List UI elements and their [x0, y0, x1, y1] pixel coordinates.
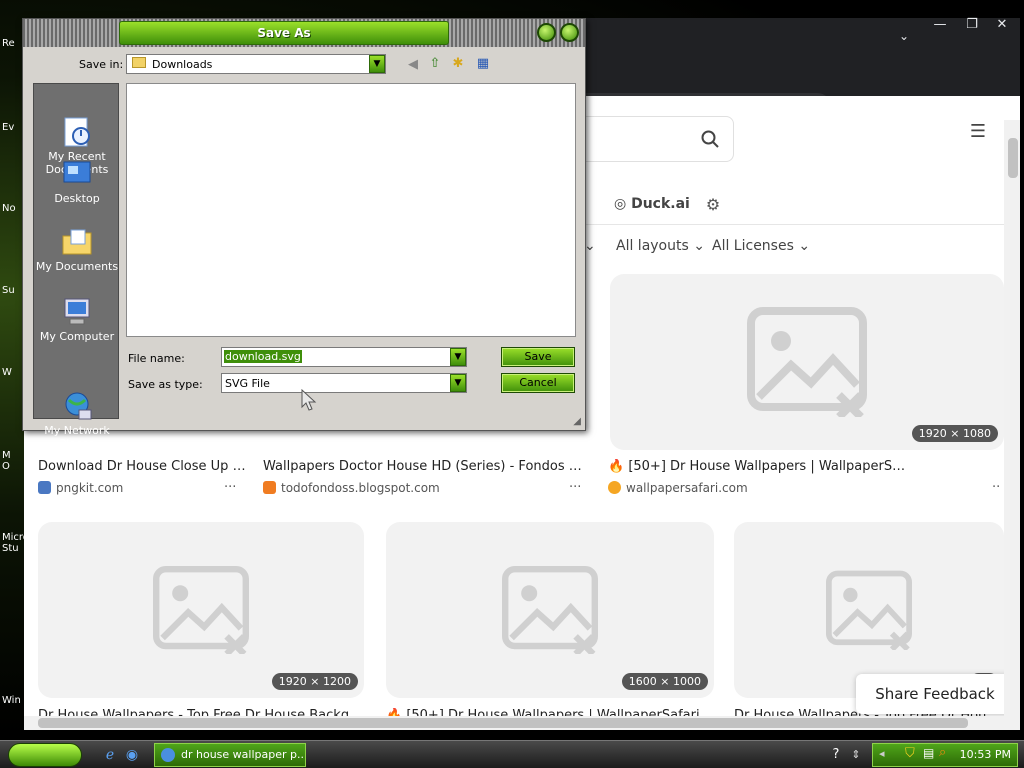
place-my-documents[interactable]: My Documents — [34, 226, 120, 273]
internet-explorer-icon[interactable]: ℯ — [98, 743, 122, 767]
share-feedback-button[interactable]: Share Feedback — [856, 674, 1014, 714]
desktop-icon-label[interactable]: M O — [2, 450, 24, 472]
system-tray: ◂ ⛉ ▤ ⌕ 10:53 PM — [872, 743, 1018, 767]
save-as-type-label: Save as type: — [128, 378, 203, 391]
help-button[interactable] — [537, 23, 556, 42]
desktop-icon-label[interactable]: Su — [2, 285, 24, 296]
mouse-cursor-icon — [301, 389, 317, 411]
security-shield-icon[interactable]: ⛉ — [905, 746, 915, 761]
desktop-icon-label[interactable]: Ev — [2, 122, 24, 133]
tab-search-icon[interactable]: ⌄ — [892, 24, 916, 48]
broken-image-icon — [826, 570, 912, 650]
scroll-thumb[interactable] — [38, 718, 968, 728]
search-icon[interactable] — [701, 130, 719, 148]
blogger-favicon-icon — [263, 481, 276, 494]
result-thumbnail[interactable]: 1920 × 1200 — [38, 522, 364, 698]
chevron-down-icon[interactable]: ▼ — [369, 55, 385, 73]
site-favicon-icon — [38, 481, 51, 494]
more-options-icon[interactable]: ·· — [992, 480, 1000, 495]
desktop-icon — [63, 161, 91, 183]
result-title[interactable]: Wallpapers Doctor House HD (Series) - Fo… — [263, 459, 587, 474]
place-desktop[interactable]: Desktop — [34, 158, 120, 205]
image-size-badge: 1920 × 1200 — [271, 673, 358, 690]
more-options-icon[interactable]: ··· — [224, 480, 236, 495]
minimize-button[interactable]: — — [924, 18, 956, 34]
duck-ai-link[interactable]: ◎ Duck.ai — [614, 196, 690, 212]
start-button[interactable] — [8, 743, 82, 767]
back-arrow-icon[interactable]: ◀ — [401, 53, 425, 77]
scroll-thumb[interactable] — [1008, 138, 1018, 178]
resize-grip-icon[interactable]: ◢ — [573, 416, 581, 427]
tray-scroll-icon[interactable]: ⇕ — [844, 743, 868, 767]
save-button[interactable]: Save — [501, 347, 575, 367]
desktop-icon-label[interactable]: Win — [2, 695, 24, 706]
filter-layouts[interactable]: All layouts ⌄ — [616, 238, 705, 254]
save-in-label: Save in: — [79, 58, 124, 71]
broken-image-icon — [502, 566, 598, 654]
places-bar: My Recent Documents Desktop My Documents… — [33, 83, 120, 450]
close-button[interactable]: ✕ — [986, 18, 1018, 34]
file-name-input[interactable]: download.svg ▼ — [221, 347, 467, 367]
taskbar: ℯ ◉ dr house wallpaper p... ? ⇕ ◂ ⛉ ▤ ⌕ … — [0, 740, 1024, 768]
network-places-icon — [65, 392, 92, 420]
new-folder-icon[interactable]: ✱ — [446, 52, 470, 76]
dialog-titlebar[interactable]: Save As — [23, 19, 585, 47]
settings-gear-icon[interactable]: ⚙ — [701, 193, 725, 217]
save-in-dropdown[interactable]: Downloads ▼ — [126, 54, 386, 74]
result-source[interactable]: todofondoss.blogspot.com — [263, 481, 440, 495]
filter-licenses[interactable]: All Licenses ⌄ — [712, 238, 810, 254]
tray-arrow-icon[interactable]: ◂ — [879, 747, 885, 760]
desktop-icon-label[interactable]: No — [2, 203, 24, 214]
my-computer-icon — [64, 298, 90, 325]
site-favicon-icon — [608, 481, 621, 494]
tray-network-icon[interactable]: ▤ — [923, 746, 934, 760]
desktop-icon-label[interactable]: Re — [2, 38, 24, 49]
tray-search-icon[interactable]: ⌕ — [939, 745, 946, 760]
image-size-badge: 1920 × 1080 — [911, 425, 998, 442]
taskbar-item-browser[interactable]: dr house wallpaper p... — [154, 743, 306, 767]
file-list[interactable] — [126, 83, 576, 337]
broken-image-icon — [747, 307, 867, 417]
chevron-down-icon: ⌄ — [693, 238, 705, 254]
broken-image-icon — [153, 566, 249, 654]
chevron-down-icon[interactable]: ▼ — [450, 374, 466, 392]
desktop-icon-label[interactable]: Micro Stu — [2, 532, 24, 554]
desktop-icon-label[interactable]: W — [2, 367, 24, 378]
result-title[interactable]: 🔥 [50+] Dr House Wallpapers | WallpaperS… — [608, 459, 908, 474]
view-menu-icon[interactable]: ▦ — [471, 52, 495, 76]
result-thumbnail[interactable]: 1600 × 1000 — [386, 522, 714, 698]
result-source[interactable]: pngkit.com — [38, 481, 123, 495]
hamburger-menu-icon[interactable]: ☰ — [966, 120, 990, 144]
close-button[interactable] — [560, 23, 579, 42]
place-my-computer[interactable]: My Computer — [34, 296, 120, 343]
result-thumbnail[interactable]: 1920 × 1080 — [610, 274, 1004, 450]
up-folder-icon[interactable]: ⇧ — [423, 52, 447, 76]
more-options-icon[interactable]: ··· — [569, 480, 581, 495]
recent-documents-icon — [64, 117, 90, 147]
horizontal-scrollbar[interactable] — [24, 716, 1004, 730]
browser-app-icon — [161, 748, 175, 762]
cancel-button[interactable]: Cancel — [501, 373, 575, 393]
folder-icon — [132, 57, 146, 68]
save-as-type-dropdown[interactable]: SVG File ▼ — [221, 373, 467, 393]
my-documents-icon — [62, 229, 92, 255]
vertical-scrollbar[interactable] — [1004, 120, 1020, 730]
chevron-down-icon: ⌄ — [798, 238, 811, 254]
image-size-badge: 1600 × 1000 — [621, 673, 708, 690]
result-source[interactable]: wallpapersafari.com — [608, 481, 748, 495]
place-my-network[interactable]: My Network Places — [34, 364, 120, 450]
clock[interactable]: 10:53 PM — [960, 744, 1011, 766]
save-as-dialog: Save As Save in: Downloads ▼ ◀ ⇧ ✱ ▦ My … — [22, 18, 586, 450]
result-title[interactable]: Download Dr House Close Up Tra... — [38, 459, 248, 474]
maximize-button[interactable]: ❐ — [956, 18, 988, 34]
chevron-down-icon[interactable]: ▼ — [450, 348, 466, 366]
file-name-value: download.svg — [224, 350, 302, 363]
duck-ai-icon: ◎ — [614, 196, 632, 212]
file-name-label: File name: — [128, 352, 185, 365]
dialog-title: Save As — [119, 21, 449, 45]
browser-quicklaunch-icon[interactable]: ◉ — [120, 743, 144, 767]
result-thumbnail[interactable]: 68 — [734, 522, 1004, 698]
